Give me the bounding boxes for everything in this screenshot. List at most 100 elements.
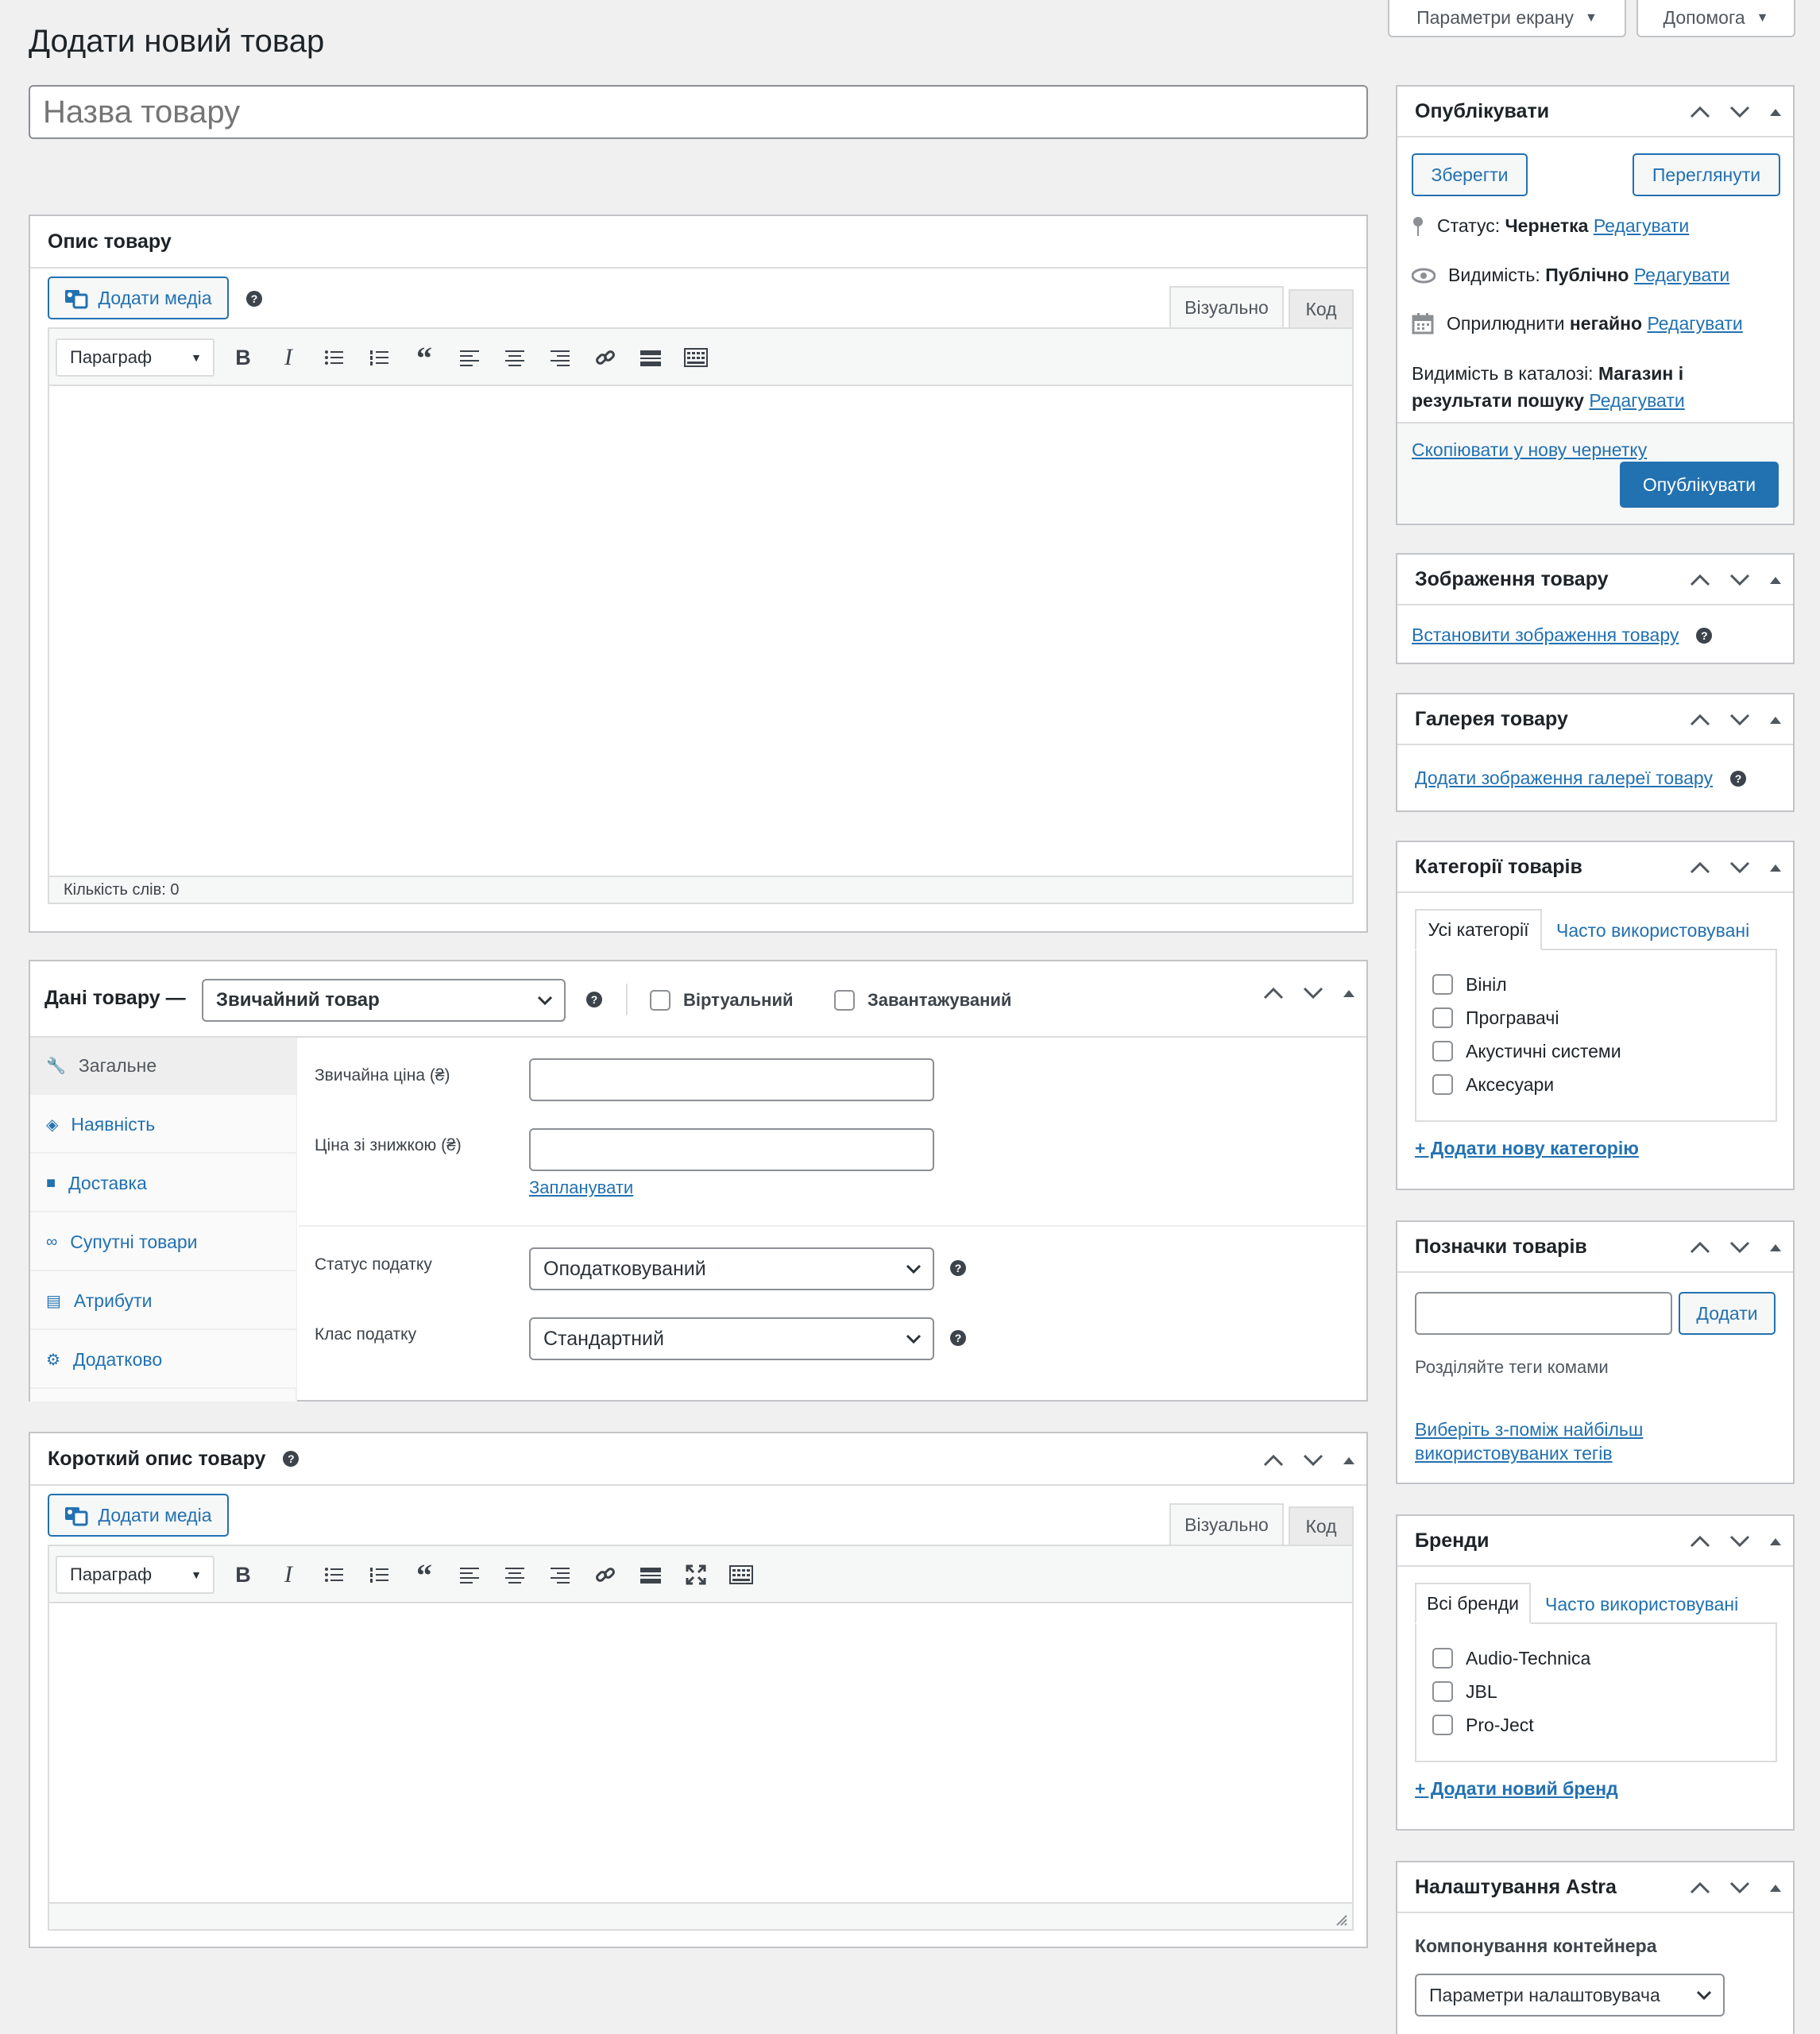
chevron-down-icon[interactable] <box>1729 861 1750 874</box>
category-checkbox[interactable] <box>1432 1041 1453 1061</box>
edit-catalog-link[interactable]: Редагувати <box>1589 390 1684 411</box>
tab-attributes[interactable]: ▤ Атрибути <box>30 1273 296 1330</box>
format-select[interactable]: Параграф ▼ <box>56 1556 214 1594</box>
sale-price-input[interactable] <box>529 1128 934 1171</box>
tab-visual[interactable]: Візуально <box>1169 286 1284 327</box>
italic-icon[interactable]: I <box>274 1560 303 1589</box>
format-select[interactable]: Параграф ▼ <box>56 338 214 377</box>
regular-price-input[interactable] <box>529 1058 934 1101</box>
downloadable-checkbox[interactable] <box>834 990 855 1011</box>
category-checkbox[interactable] <box>1432 1074 1453 1095</box>
tab-advanced[interactable]: ⚙ Додатково <box>30 1332 296 1389</box>
align-center-icon[interactable] <box>500 1560 529 1589</box>
toggle-triangle-icon[interactable] <box>1769 715 1782 725</box>
chevron-up-icon[interactable] <box>1690 1535 1710 1548</box>
link-icon[interactable] <box>591 1560 620 1589</box>
fullscreen-icon[interactable] <box>682 1560 710 1589</box>
tax-class-select[interactable]: Стандартний <box>529 1317 934 1360</box>
product-type-select[interactable]: Звичайний товар <box>202 979 566 1022</box>
blockquote-icon[interactable]: “ <box>410 340 439 376</box>
toolbar-toggle-icon[interactable] <box>727 1560 755 1589</box>
bullet-list-icon[interactable] <box>319 1560 348 1589</box>
chevron-up-icon[interactable] <box>1690 1241 1710 1254</box>
resize-handle-icon[interactable] <box>1335 1913 1347 1926</box>
screen-options-button[interactable]: Параметри екрану ▼ <box>1388 0 1626 37</box>
read-more-icon[interactable] <box>636 1560 665 1589</box>
align-left-icon[interactable] <box>455 1560 484 1589</box>
tab-general[interactable]: 🔧 Загальне <box>30 1038 296 1095</box>
toggle-triangle-icon[interactable] <box>1769 107 1782 117</box>
short-description-editor[interactable] <box>49 1603 1352 1902</box>
tag-input[interactable] <box>1415 1292 1672 1335</box>
toggle-triangle-icon[interactable] <box>1769 1243 1782 1252</box>
chevron-up-icon[interactable] <box>1690 106 1710 118</box>
tab-popular-brands[interactable]: Часто використовувані <box>1545 1594 1738 1615</box>
brand-checkbox[interactable] <box>1432 1715 1453 1735</box>
tab-linked-products[interactable]: ∞ Супутні товари <box>30 1214 296 1271</box>
chevron-down-icon[interactable] <box>1303 1454 1323 1467</box>
tab-all-categories[interactable]: Усі категорії <box>1415 909 1542 950</box>
align-center-icon[interactable] <box>500 343 529 372</box>
chevron-up-icon[interactable] <box>1263 1454 1284 1467</box>
chevron-up-icon[interactable] <box>1263 987 1284 1000</box>
chevron-down-icon[interactable] <box>1729 1881 1750 1894</box>
chevron-down-icon[interactable] <box>1729 106 1750 118</box>
chevron-down-icon[interactable] <box>1729 1535 1750 1548</box>
container-layout-select[interactable]: Параметри налаштовувача <box>1415 1974 1725 2017</box>
toggle-triangle-icon[interactable] <box>1769 863 1782 872</box>
choose-tags-link[interactable]: Виберіть з-поміж найбільш використовувани… <box>1415 1417 1643 1465</box>
tab-code[interactable]: Код <box>1289 289 1354 327</box>
add-gallery-images-link[interactable]: Додати зображення галереї товару <box>1415 768 1713 789</box>
add-category-link[interactable]: + Додати нову категорію <box>1415 1138 1639 1159</box>
edit-date-link[interactable]: Редагувати <box>1647 313 1742 334</box>
edit-status-link[interactable]: Редагувати <box>1594 215 1689 236</box>
align-right-icon[interactable] <box>546 343 574 372</box>
virtual-checkbox[interactable] <box>650 990 670 1011</box>
category-checkbox[interactable] <box>1432 974 1453 995</box>
align-right-icon[interactable] <box>546 1560 574 1589</box>
publish-button[interactable]: Опублікувати <box>1620 462 1779 508</box>
tab-visual[interactable]: Візуально <box>1169 1503 1284 1545</box>
chevron-down-icon[interactable] <box>1303 987 1323 1000</box>
add-media-button[interactable]: Додати медіа <box>48 1494 229 1537</box>
product-title-input[interactable] <box>29 85 1368 139</box>
toggle-triangle-icon[interactable] <box>1343 988 1355 998</box>
edit-visibility-link[interactable]: Редагувати <box>1634 265 1729 285</box>
chevron-up-icon[interactable] <box>1690 713 1710 726</box>
tab-shipping[interactable]: ■ Доставка <box>30 1155 296 1212</box>
save-draft-button[interactable]: Зберегти <box>1412 153 1528 196</box>
toggle-triangle-icon[interactable] <box>1343 1456 1355 1465</box>
tab-popular-categories[interactable]: Часто використовувані <box>1556 920 1749 942</box>
copy-draft-link[interactable]: Скопіювати у нову чернетку <box>1412 439 1647 461</box>
align-left-icon[interactable] <box>455 343 484 372</box>
blockquote-icon[interactable]: “ <box>410 1557 439 1593</box>
chevron-up-icon[interactable] <box>1690 861 1710 874</box>
bold-icon[interactable]: B <box>229 343 257 372</box>
chevron-down-icon[interactable] <box>1729 713 1750 726</box>
toggle-triangle-icon[interactable] <box>1769 1883 1782 1893</box>
numbered-list-icon[interactable] <box>365 343 393 372</box>
chevron-up-icon[interactable] <box>1690 574 1710 586</box>
link-icon[interactable] <box>591 343 620 372</box>
add-media-button[interactable]: Додати медіа <box>48 276 229 319</box>
preview-button[interactable]: Переглянути <box>1633 153 1780 196</box>
chevron-down-icon[interactable] <box>1729 1241 1750 1254</box>
tab-inventory[interactable]: ◈ Наявність <box>30 1096 296 1154</box>
category-checkbox[interactable] <box>1432 1007 1453 1028</box>
description-editor[interactable] <box>49 386 1352 876</box>
tab-all-brands[interactable]: Всі бренди <box>1415 1583 1531 1624</box>
bold-icon[interactable]: B <box>229 1560 257 1589</box>
toggle-triangle-icon[interactable] <box>1769 1537 1782 1546</box>
bullet-list-icon[interactable] <box>319 343 348 372</box>
brand-checkbox[interactable] <box>1432 1681 1453 1702</box>
toolbar-toggle-icon[interactable] <box>682 343 710 372</box>
tab-code[interactable]: Код <box>1289 1506 1354 1545</box>
set-product-image-link[interactable]: Встановити зображення товару <box>1412 625 1679 646</box>
help-button[interactable]: Допомога ▼ <box>1636 0 1795 37</box>
chevron-down-icon[interactable] <box>1729 574 1750 586</box>
numbered-list-icon[interactable] <box>365 1560 393 1589</box>
schedule-link[interactable]: Запланувати <box>529 1177 633 1198</box>
add-brand-link[interactable]: + Додати новий бренд <box>1415 1778 1618 1800</box>
read-more-icon[interactable] <box>636 343 665 372</box>
chevron-up-icon[interactable] <box>1690 1881 1710 1894</box>
